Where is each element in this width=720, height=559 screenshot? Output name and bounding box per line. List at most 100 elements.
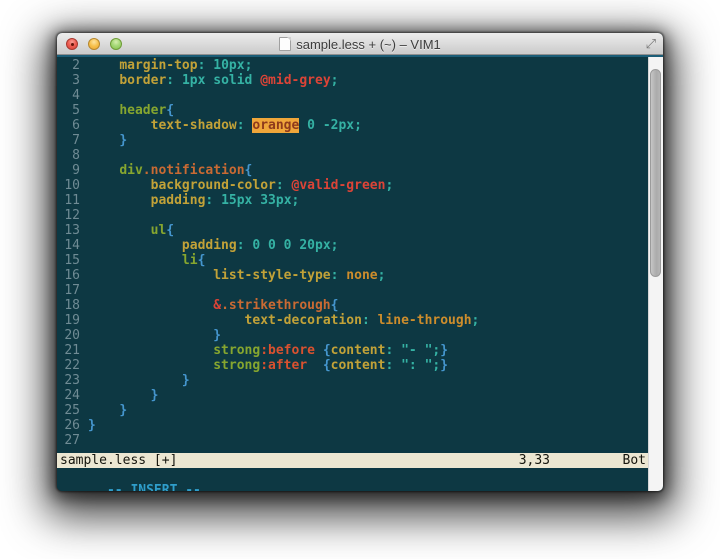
code-token: ": " — [401, 358, 432, 373]
code-token: : — [385, 358, 401, 373]
line-number: 6 — [57, 118, 80, 133]
code-token: content — [331, 343, 386, 358]
window-title: sample.less + (~) – VIM1 — [57, 33, 663, 55]
code-token — [88, 118, 151, 133]
code-token: : — [362, 313, 378, 328]
code-token: @mid-grey — [260, 73, 330, 88]
code-line[interactable]: 18 &.strikethrough{ — [57, 298, 648, 313]
code-token: ; — [378, 268, 386, 283]
line-number: 16 — [57, 268, 80, 283]
code-line[interactable]: 15 li{ — [57, 253, 648, 268]
code-token — [88, 388, 151, 403]
title-bar[interactable]: sample.less + (~) – VIM1 ⤢ — [57, 33, 663, 55]
code-token — [88, 328, 213, 343]
code-token: margin-top — [119, 58, 197, 73]
code-token: : — [237, 238, 253, 253]
code-line[interactable]: 13 ul{ — [57, 223, 648, 238]
code-line[interactable]: 9 div.notification{ — [57, 163, 648, 178]
code-line[interactable]: 14 padding: 0 0 0 20px; — [57, 238, 648, 253]
code-line[interactable]: 12 — [57, 208, 648, 223]
code-token: 15px 33px — [221, 193, 291, 208]
code-token — [88, 313, 245, 328]
code-token — [88, 58, 119, 73]
scrollbar-thumb[interactable] — [650, 69, 661, 277]
line-number: 24 — [57, 388, 80, 403]
code-line[interactable]: 6 text-shadow: orange 0 -2px; — [57, 118, 648, 133]
code-token — [88, 178, 151, 193]
code-token: : — [198, 58, 214, 73]
document-proxy-icon[interactable] — [279, 37, 291, 51]
line-number: 9 — [57, 163, 80, 178]
code-token: text-shadow — [151, 118, 237, 133]
line-number: 12 — [57, 208, 80, 223]
scrollbar[interactable] — [648, 57, 663, 491]
status-file-name: sample.less [+] — [60, 453, 177, 468]
code-line[interactable]: 3 border: 1px solid @mid-grey; — [57, 73, 648, 88]
line-number: 10 — [57, 178, 80, 193]
code-token — [88, 253, 182, 268]
code-token: { — [323, 358, 331, 373]
code-token: content — [331, 358, 386, 373]
code-token: li — [182, 253, 198, 268]
code-area[interactable]: 2 margin-top: 10px;3 border: 1px solid @… — [57, 58, 648, 450]
insert-mode-indicator: -- INSERT -- — [107, 483, 201, 491]
code-token: ; — [385, 178, 393, 193]
code-line[interactable]: 2 margin-top: 10px; — [57, 58, 648, 73]
code-line[interactable]: 17 — [57, 283, 648, 298]
code-token: 0 0 0 20px — [252, 238, 330, 253]
line-number: 2 — [57, 58, 80, 73]
code-token: } — [151, 388, 159, 403]
code-line[interactable]: 26} — [57, 418, 648, 433]
code-token: 0 -2px — [307, 118, 354, 133]
code-token — [88, 103, 119, 118]
code-token: { — [331, 298, 339, 313]
code-token: list-style-type — [213, 268, 330, 283]
fullscreen-expand-icon[interactable]: ⤢ — [646, 36, 656, 52]
code-line[interactable]: 24 } — [57, 388, 648, 403]
code-line[interactable]: 22 strong:after {content: ": ";} — [57, 358, 648, 373]
line-number: 22 — [57, 358, 80, 373]
code-line[interactable]: 7 } — [57, 133, 648, 148]
code-token: } — [213, 328, 221, 343]
code-line[interactable]: 5 header{ — [57, 103, 648, 118]
code-token: & — [213, 298, 221, 313]
code-line[interactable]: 20 } — [57, 328, 648, 343]
status-cursor-ruler: 3,33 — [519, 453, 550, 468]
code-line[interactable]: 19 text-decoration: line-through; — [57, 313, 648, 328]
code-token — [88, 133, 119, 148]
line-number: 23 — [57, 373, 80, 388]
code-token — [299, 118, 307, 133]
line-number: 13 — [57, 223, 80, 238]
code-token: } — [182, 373, 190, 388]
code-token — [88, 163, 119, 178]
code-line[interactable]: 21 strong:before {content: "- ";} — [57, 343, 648, 358]
code-token: { — [166, 223, 174, 238]
command-line: -- INSERT -- — [57, 468, 663, 483]
code-token: : — [237, 118, 253, 133]
code-line[interactable]: 16 list-style-type: none; — [57, 268, 648, 283]
code-token: } — [440, 343, 448, 358]
code-line[interactable]: 27 — [57, 433, 648, 448]
code-token: : — [276, 178, 292, 193]
code-token: } — [88, 418, 96, 433]
code-token: "- " — [401, 343, 432, 358]
code-token: { — [245, 163, 253, 178]
code-line[interactable]: 4 — [57, 88, 648, 103]
code-token: { — [166, 103, 174, 118]
code-token: orange — [252, 118, 299, 133]
code-token: : — [205, 193, 221, 208]
editor-content: 2 margin-top: 10px;3 border: 1px solid @… — [57, 55, 663, 491]
code-token: : — [385, 343, 401, 358]
code-line[interactable]: 23 } — [57, 373, 648, 388]
code-token: } — [119, 403, 127, 418]
code-line[interactable]: 8 — [57, 148, 648, 163]
code-line[interactable]: 10 background-color: @valid-green; — [57, 178, 648, 193]
code-line[interactable]: 11 padding: 15px 33px; — [57, 193, 648, 208]
code-line[interactable]: 25 } — [57, 403, 648, 418]
code-token: 10px — [213, 58, 244, 73]
line-number: 25 — [57, 403, 80, 418]
line-number: 21 — [57, 343, 80, 358]
code-token: ; — [472, 313, 480, 328]
code-token — [88, 223, 151, 238]
line-number: 4 — [57, 88, 80, 103]
